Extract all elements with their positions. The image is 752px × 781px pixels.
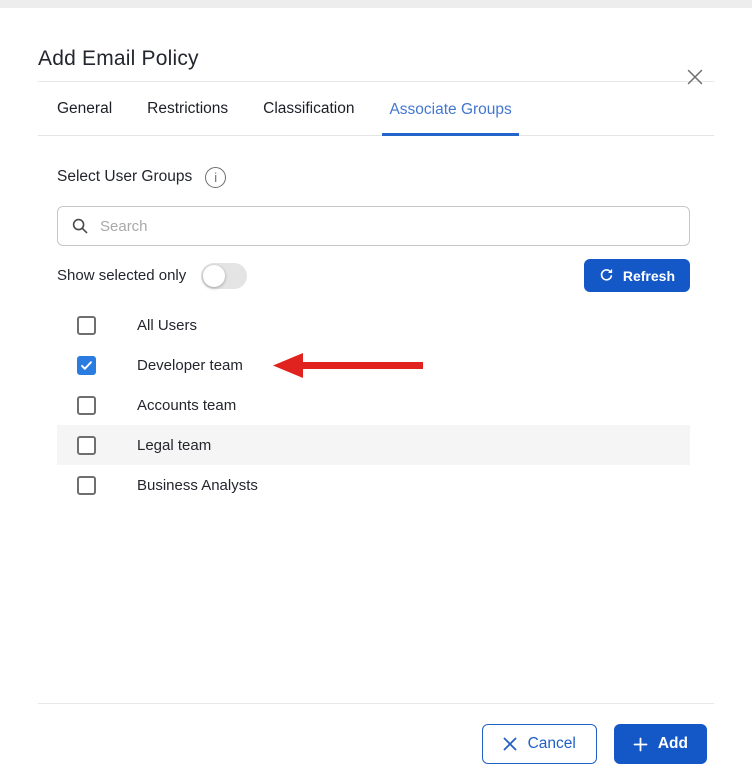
add-button-label: Add bbox=[657, 735, 688, 752]
search-icon bbox=[71, 217, 89, 235]
group-row-legal-team: Legal team bbox=[57, 425, 690, 465]
checkbox-legal-team[interactable] bbox=[77, 435, 96, 455]
checkbox-developer-team[interactable] bbox=[77, 355, 96, 375]
group-label: Legal team bbox=[137, 436, 212, 454]
user-group-list: All Users Developer team Accounts team Lega… bbox=[57, 305, 690, 505]
group-row-developer-team: Developer team bbox=[57, 345, 690, 385]
group-row-business-analysts: Business Analysts bbox=[57, 465, 690, 505]
group-row-all-users: All Users bbox=[57, 305, 690, 345]
page-background-strip bbox=[0, 0, 752, 8]
show-selected-only-label: Show selected only bbox=[57, 267, 187, 284]
tab-restrictions[interactable]: Restrictions bbox=[140, 85, 235, 135]
group-label: Business Analysts bbox=[137, 476, 258, 494]
plus-icon bbox=[633, 737, 648, 752]
group-label: All Users bbox=[137, 316, 198, 334]
section-label-row: Select User Groups i bbox=[57, 166, 690, 188]
dialog-content: Select User Groups i Show selected only bbox=[57, 166, 690, 505]
group-label: Accounts team bbox=[137, 396, 237, 414]
refresh-button[interactable]: Refresh bbox=[583, 259, 690, 292]
tab-bar: General Restrictions Classification Associa… bbox=[38, 82, 714, 136]
checkbox-accounts-team[interactable] bbox=[77, 395, 96, 415]
group-row-accounts-team: Accounts team bbox=[57, 385, 690, 425]
dialog-footer: Cancel Add bbox=[45, 724, 707, 764]
toggle-knob bbox=[203, 264, 226, 287]
checkbox-all-users[interactable] bbox=[77, 315, 96, 335]
search-input[interactable] bbox=[100, 217, 676, 235]
select-user-groups-label: Select User Groups bbox=[57, 168, 193, 185]
cancel-button-label: Cancel bbox=[527, 735, 576, 752]
page-title: Add Email Policy bbox=[38, 47, 199, 70]
add-button[interactable]: Add bbox=[613, 724, 707, 764]
search-box bbox=[57, 206, 690, 246]
controls-row: Show selected only Refresh bbox=[57, 259, 690, 292]
show-selected-toggle[interactable] bbox=[201, 262, 248, 289]
tab-associate-groups[interactable]: Associate Groups bbox=[382, 86, 519, 136]
cancel-button[interactable]: Cancel bbox=[481, 724, 597, 764]
checkbox-business-analysts[interactable] bbox=[77, 475, 96, 495]
red-arrow-icon bbox=[272, 352, 423, 379]
group-label: Developer team bbox=[137, 356, 243, 374]
close-icon[interactable] bbox=[682, 64, 708, 90]
refresh-icon bbox=[599, 268, 614, 283]
tab-general[interactable]: General bbox=[50, 85, 119, 135]
x-icon bbox=[503, 737, 517, 751]
footer-divider bbox=[38, 703, 714, 704]
tab-classification[interactable]: Classification bbox=[256, 85, 361, 135]
refresh-button-label: Refresh bbox=[622, 267, 675, 284]
add-email-policy-dialog: Add Email Policy General Restrictions Clas… bbox=[0, 46, 752, 781]
info-icon[interactable]: i bbox=[205, 166, 227, 188]
